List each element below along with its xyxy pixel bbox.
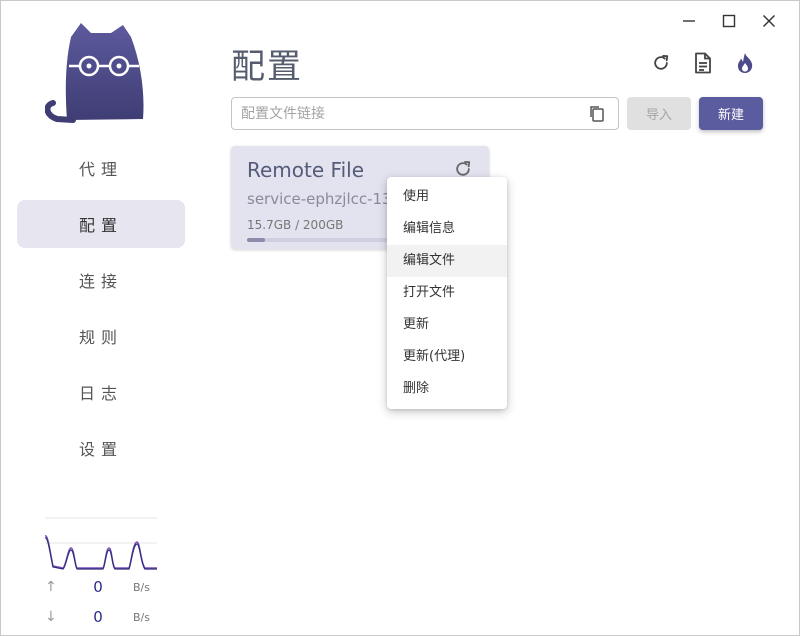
context-menu-item-use[interactable]: 使用 [387, 181, 507, 213]
log-button[interactable] [691, 51, 715, 75]
upload-speed: ↑ 0 B/s [45, 572, 157, 602]
upload-value: 0 [93, 578, 103, 596]
paste-icon[interactable] [588, 105, 606, 123]
context-menu-item-edit-file[interactable]: 编辑文件 [387, 245, 507, 277]
download-speed: ↓ 0 B/s [45, 602, 157, 632]
download-unit: B/s [133, 610, 150, 624]
sidebar-item-connections[interactable]: 连接 [17, 256, 185, 304]
context-menu-item-update-proxy[interactable]: 更新(代理) [387, 341, 507, 373]
sidebar-item-proxy[interactable]: 代理 [17, 144, 185, 192]
upload-unit: B/s [133, 580, 150, 594]
context-menu-item-update[interactable]: 更新 [387, 309, 507, 341]
page-title: 配置 [231, 47, 303, 87]
sidebar-item-profiles[interactable]: 配置 [17, 200, 185, 248]
arrow-down-icon: ↓ [45, 609, 57, 625]
document-icon [695, 52, 711, 74]
profile-card-usage: 15.7GB / 200GB [247, 218, 344, 232]
download-value: 0 [93, 608, 103, 626]
profile-card-subtitle: service-ephzjlcc-13 [247, 190, 392, 208]
sidebar-item-rules[interactable]: 规则 [17, 312, 185, 360]
profile-url-input[interactable] [232, 98, 572, 129]
import-button[interactable]: 导入 [627, 97, 691, 130]
context-menu-item-open-file[interactable]: 打开文件 [387, 277, 507, 309]
usage-progress-fill [247, 238, 265, 242]
fire-button[interactable] [733, 51, 757, 75]
minimize-button[interactable] [669, 9, 709, 33]
refresh-icon[interactable] [453, 159, 473, 179]
sidebar-item-logs[interactable]: 日志 [17, 368, 185, 416]
sidebar-item-settings[interactable]: 设置 [17, 424, 185, 472]
maximize-icon [722, 14, 736, 28]
traffic-graph [45, 517, 157, 570]
sidebar: 代理 配置 连接 规则 日志 设置 ↑ 0 B/s ↓ 0 B/s [1, 1, 201, 635]
top-actions [649, 51, 757, 75]
maximize-button[interactable] [709, 9, 749, 33]
cat-logo [45, 23, 144, 123]
fire-icon [737, 53, 753, 73]
new-profile-button[interactable]: 新建 [699, 97, 763, 130]
context-menu-item-edit-info[interactable]: 编辑信息 [387, 213, 507, 245]
arrow-up-icon: ↑ [45, 579, 57, 595]
close-icon [763, 15, 775, 27]
profile-card-title: Remote File [247, 158, 364, 182]
context-menu-item-delete[interactable]: 删除 [387, 373, 507, 405]
refresh-icon [654, 55, 669, 70]
profile-url-field [231, 97, 619, 130]
refresh-button[interactable] [649, 51, 673, 75]
window-controls [669, 9, 789, 33]
minimize-icon [683, 20, 695, 22]
close-button[interactable] [749, 9, 789, 33]
traffic-monitor: ↑ 0 B/s ↓ 0 B/s [45, 516, 157, 632]
context-menu: 使用 编辑信息 编辑文件 打开文件 更新 更新(代理) 删除 [387, 177, 507, 409]
